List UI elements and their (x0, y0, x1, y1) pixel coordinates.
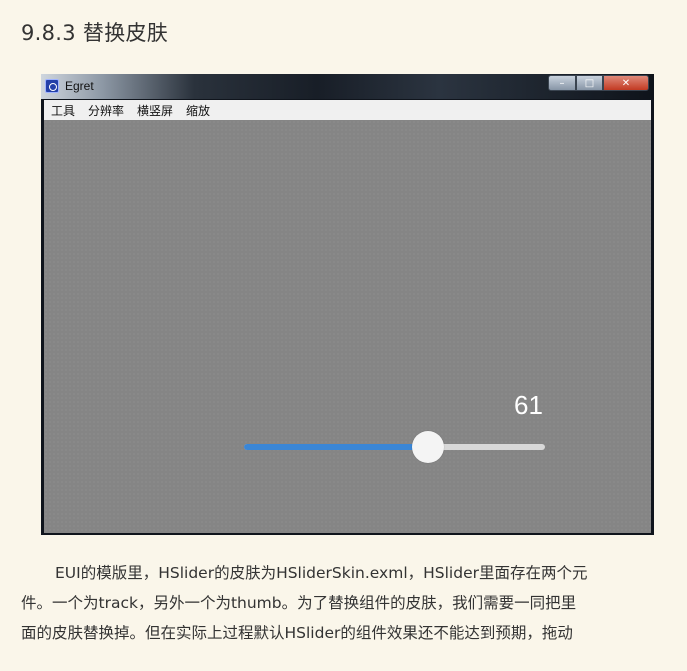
menu-zoom[interactable]: 缩放 (179, 102, 216, 119)
window-title: Egret (65, 79, 94, 93)
close-button[interactable]: ✕ (603, 75, 649, 91)
section-heading: 9.8.3 替换皮肤 (21, 21, 169, 45)
slider-value-label: 61 (514, 390, 543, 420)
window-controls: – □ ✕ (548, 75, 649, 92)
paragraph-line-1: EUI的模版里，HSlider的皮肤为HSliderSkin.exml，HSli… (55, 564, 588, 582)
hslider-thumb[interactable] (411, 431, 444, 463)
body-paragraph: EUI的模版里，HSlider的皮肤为HSliderSkin.exml，HSli… (21, 558, 666, 648)
hslider-track[interactable] (244, 431, 545, 463)
stage-area: 61 (44, 120, 651, 533)
menu-tools[interactable]: 工具 (44, 102, 81, 119)
egret-app-icon (45, 79, 59, 93)
menu-bar: 工具 分辨率 横竖屏 缩放 (44, 100, 651, 120)
menu-orientation[interactable]: 横竖屏 (130, 102, 179, 119)
page: 9.8.3 替换皮肤 Egret – □ ✕ 工具 分辨率 横竖屏 缩放 61 (0, 0, 687, 671)
egret-window: Egret – □ ✕ 工具 分辨率 横竖屏 缩放 61 (41, 74, 654, 535)
hslider-fill (244, 444, 428, 450)
minimize-button[interactable]: – (548, 75, 576, 91)
paragraph-line-3: 面的皮肤替换掉。但在实际上过程默认HSlider的组件效果还不能达到预期，拖动 (21, 624, 573, 642)
menu-resolution[interactable]: 分辨率 (81, 102, 130, 119)
window-titlebar[interactable]: Egret – □ ✕ (41, 74, 654, 99)
maximize-button[interactable]: □ (576, 75, 603, 91)
paragraph-line-2: 件。一个为track，另外一个为thumb。为了替换组件的皮肤，我们需要一同把里 (21, 594, 577, 612)
